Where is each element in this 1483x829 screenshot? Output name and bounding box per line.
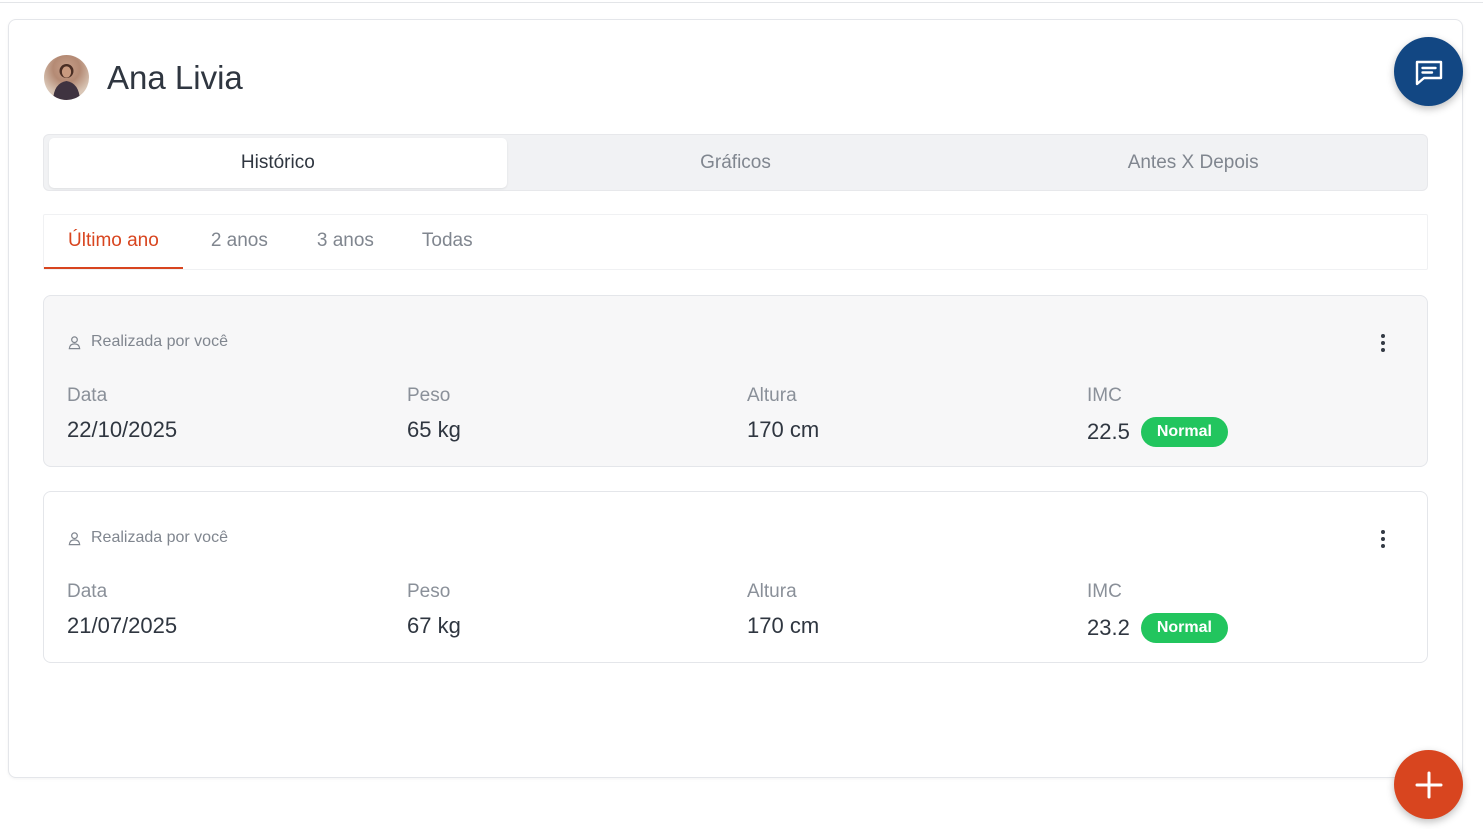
author-label: Realizada por você — [91, 333, 228, 350]
weight-label: Peso — [407, 385, 451, 406]
user-outline-icon — [68, 335, 81, 349]
date-value: 22/10/2025 — [67, 417, 178, 442]
weight-value: 65 kg — [407, 417, 461, 442]
status-badge: Normal — [1140, 417, 1228, 447]
bmi-value: 23.2 — [1087, 615, 1130, 640]
author-label: Realizada por você — [91, 529, 228, 546]
tab-todas[interactable]: Todas — [398, 215, 497, 269]
chat-button[interactable] — [1394, 37, 1463, 106]
tab-graficos[interactable]: Gráficos — [507, 138, 965, 188]
height-label: Altura — [747, 385, 797, 406]
period-tabs: Último ano 2 anos 3 anos Todas — [43, 214, 1428, 270]
main-tabs: Histórico Gráficos Antes X Depois — [43, 134, 1428, 191]
bmi-row: 22.5 Normal — [1087, 417, 1228, 447]
field-weight: Peso 67 kg — [407, 581, 461, 639]
height-value: 170 cm — [747, 417, 820, 442]
user-outline-icon — [68, 531, 81, 545]
top-divider — [0, 2, 1483, 3]
field-date: Data 21/07/2025 — [67, 581, 177, 639]
patient-card: Ana Livia Histórico Gráficos Antes X Dep… — [8, 19, 1463, 778]
avatar — [44, 55, 89, 100]
bmi-row: 23.2 Normal — [1087, 613, 1228, 643]
date-value: 21/07/2025 — [67, 613, 178, 638]
plus-icon — [1415, 771, 1442, 798]
author-line: Realizada por você — [67, 333, 228, 351]
status-badge: Normal — [1140, 613, 1228, 643]
patient-header: Ana Livia — [44, 55, 243, 100]
field-date: Data 22/10/2025 — [67, 385, 177, 443]
date-label: Data — [67, 581, 108, 602]
more-vertical-icon[interactable] — [1373, 528, 1393, 550]
field-bmi: IMC 23.2 Normal — [1087, 581, 1228, 643]
field-bmi: IMC 22.5 Normal — [1087, 385, 1228, 447]
field-height: Altura 170 cm — [747, 581, 819, 639]
field-height: Altura 170 cm — [747, 385, 819, 443]
tab-antes-depois[interactable]: Antes X Depois — [964, 138, 1422, 188]
tab-2-anos[interactable]: 2 anos — [183, 215, 293, 269]
field-weight: Peso 65 kg — [407, 385, 461, 443]
weight-value: 67 kg — [407, 613, 461, 638]
height-label: Altura — [747, 581, 797, 602]
measurement-card: Realizada por você Data 21/07/2025 Peso … — [43, 491, 1428, 663]
tab-3-anos[interactable]: 3 anos — [293, 215, 398, 269]
tab-historico[interactable]: Histórico — [49, 137, 507, 188]
bmi-label: IMC — [1087, 385, 1122, 406]
author-line: Realizada por você — [67, 529, 228, 547]
bmi-label: IMC — [1087, 581, 1122, 602]
tab-ultimo-ano[interactable]: Último ano — [44, 215, 183, 269]
bmi-value: 22.5 — [1087, 419, 1130, 444]
add-measurement-button[interactable] — [1394, 750, 1463, 819]
weight-label: Peso — [407, 581, 451, 602]
more-vertical-icon[interactable] — [1373, 332, 1393, 354]
height-value: 170 cm — [747, 613, 820, 638]
patient-name: Ana Livia — [107, 58, 243, 96]
date-label: Data — [67, 385, 108, 406]
chat-bubble-icon — [1415, 60, 1442, 85]
measurement-card: Realizada por você Data 22/10/2025 Peso … — [43, 295, 1428, 467]
